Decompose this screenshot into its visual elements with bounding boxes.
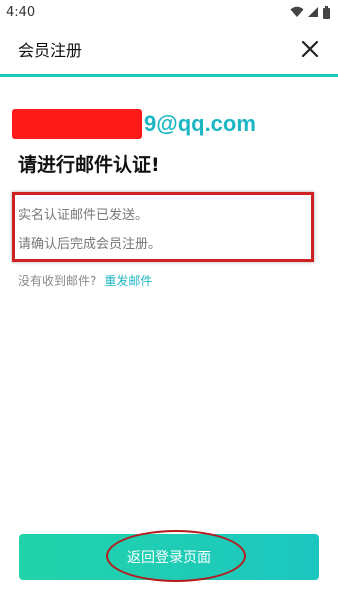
- message-line-sent: 实名认证邮件已发送。: [18, 208, 149, 223]
- back-to-login-label: 返回登录页面: [127, 550, 211, 566]
- battery-icon: [323, 5, 330, 19]
- resend-email-link[interactable]: 重发邮件: [104, 272, 152, 289]
- status-icons: [290, 5, 330, 19]
- verification-heading: 请进行邮件认证!: [18, 154, 160, 176]
- message-line-confirm: 请确认后完成会员注册。: [18, 237, 162, 252]
- header-divider: [0, 74, 338, 77]
- wifi-icon: [290, 6, 304, 18]
- status-time: 4:40: [6, 4, 36, 20]
- email-redaction: [12, 109, 142, 139]
- resend-row: 没有收到邮件? 重发邮件: [18, 272, 152, 289]
- app-header: 会员注册: [0, 24, 338, 74]
- signal-icon: [308, 6, 319, 18]
- email-suffix: 9@qq.com: [144, 111, 256, 136]
- back-to-login-button[interactable]: 返回登录页面: [19, 534, 319, 580]
- close-icon: [302, 41, 318, 57]
- page-title: 会员注册: [18, 41, 83, 60]
- close-button[interactable]: [298, 37, 322, 61]
- resend-hint: 没有收到邮件?: [18, 274, 97, 288]
- email-display: 9@qq.com: [12, 107, 332, 141]
- status-bar: 4:40: [0, 0, 338, 24]
